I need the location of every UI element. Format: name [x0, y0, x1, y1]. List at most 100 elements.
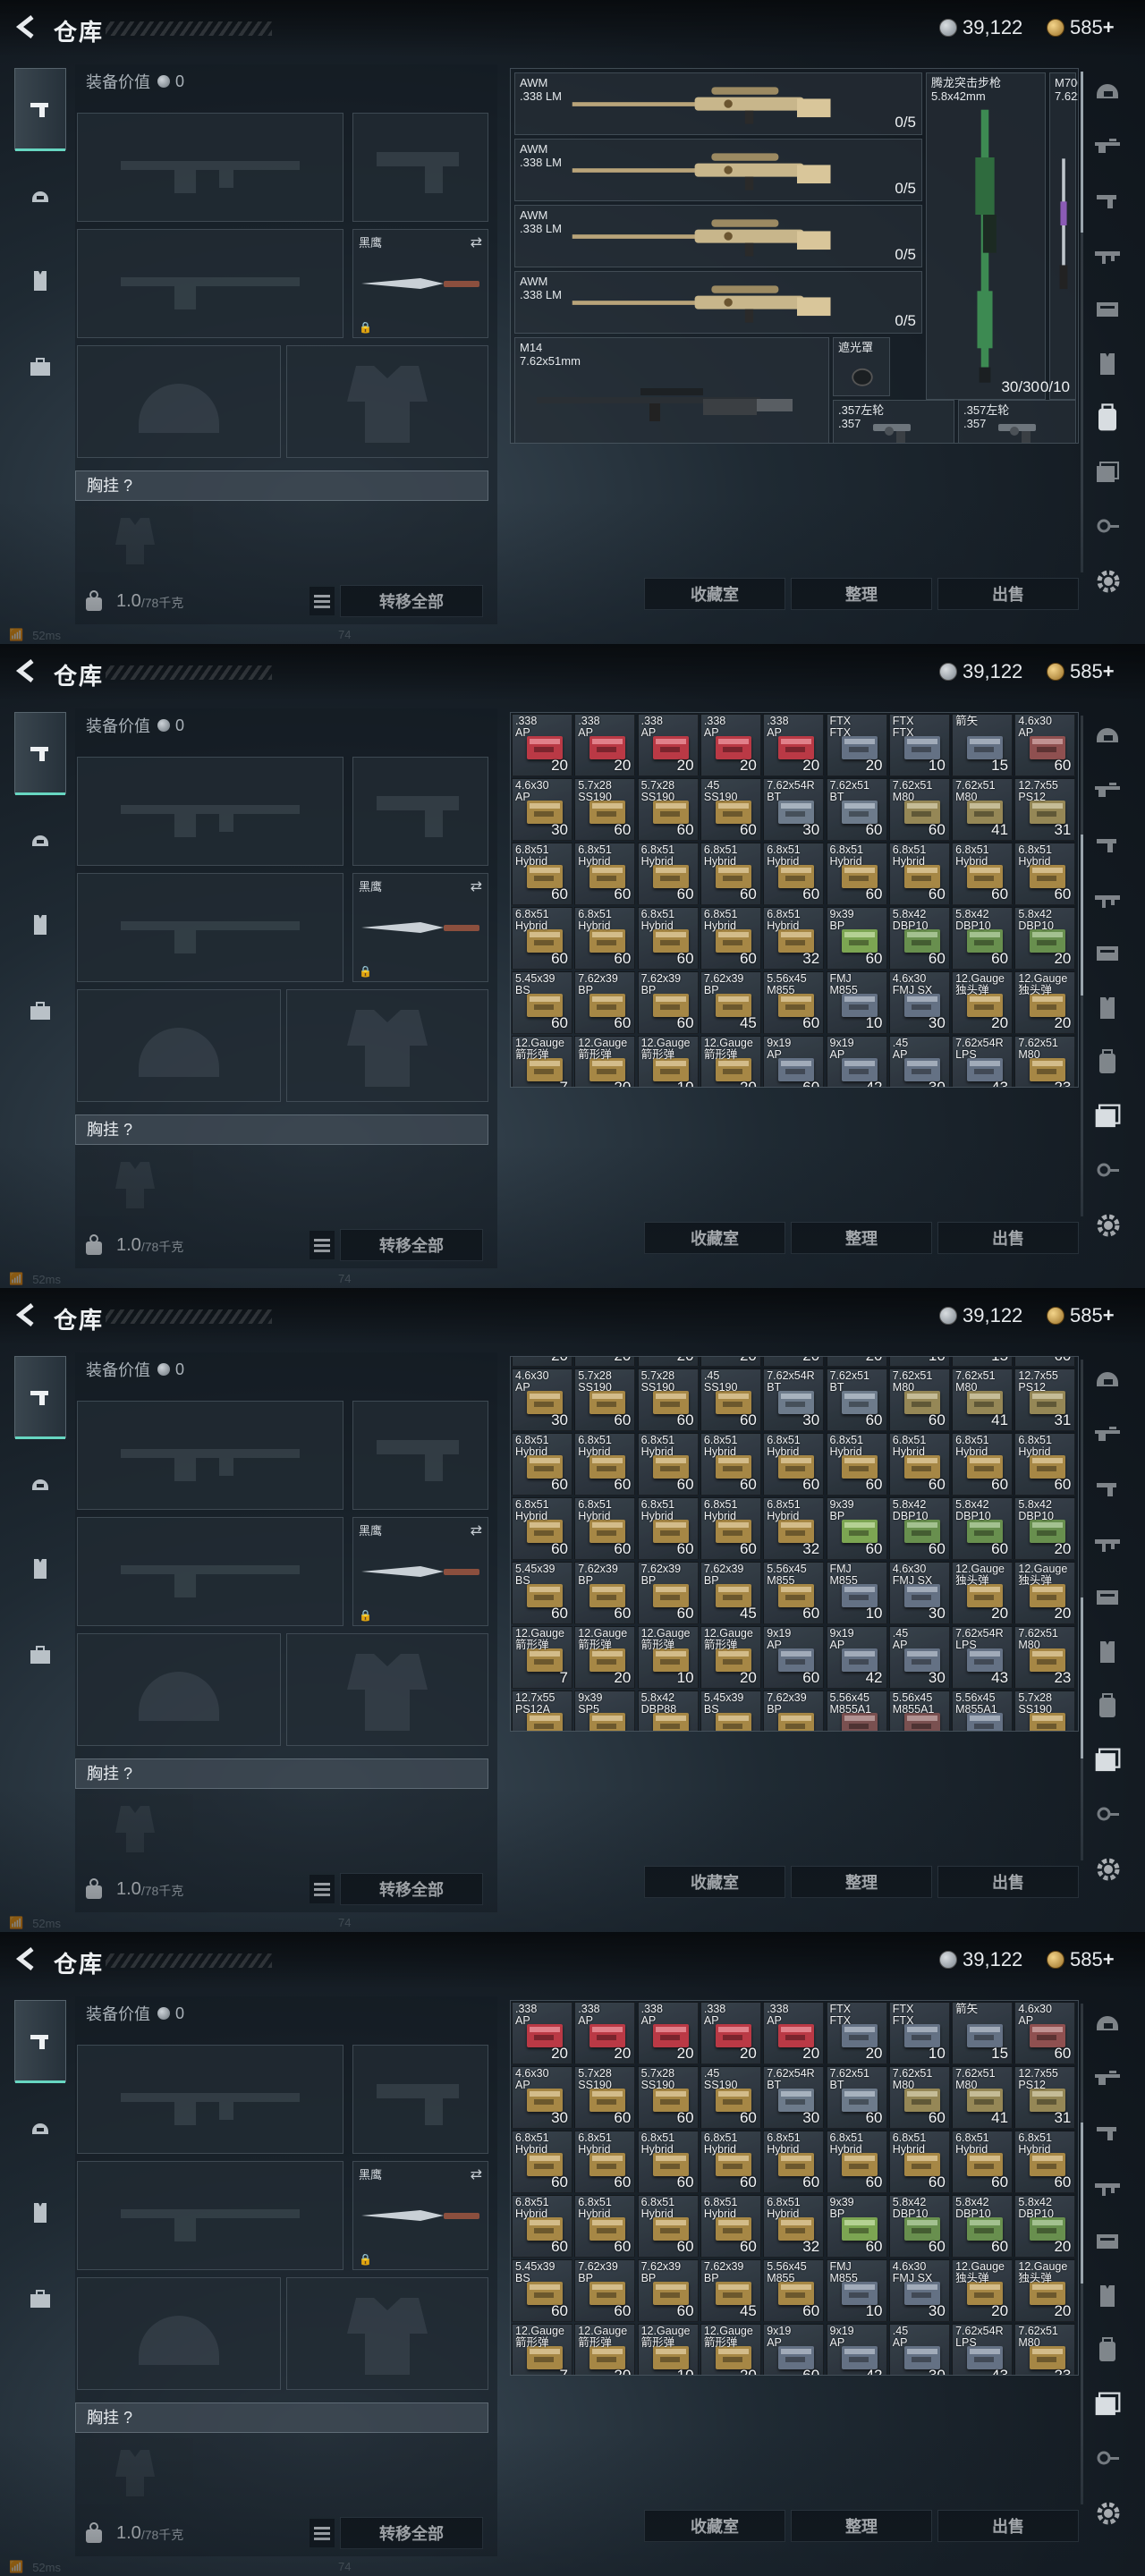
back-button[interactable]	[13, 13, 41, 41]
armor-slot[interactable]	[286, 1633, 488, 1746]
ammo-item[interactable]: .45 AP 30	[888, 1626, 950, 1689]
ammo-item[interactable]: .338 AP 20	[512, 2002, 572, 2064]
right-nav-item[interactable]	[1088, 825, 1127, 864]
pistol-slot[interactable]	[352, 1401, 488, 1510]
right-nav-item[interactable]	[1088, 1414, 1127, 1453]
chest-rig-slot[interactable]: 胸挂 ?	[75, 1114, 488, 1145]
sell-button[interactable]: 出售	[937, 578, 1079, 610]
scrollbar-thumb[interactable]	[1081, 835, 1083, 996]
ammo-item[interactable]: .338 AP 20	[574, 2002, 636, 2064]
sort-button[interactable]: 整理	[791, 578, 932, 610]
ammo-item[interactable]: 7.62x54R LPS 43	[952, 1626, 1014, 1689]
right-nav-item[interactable]	[1088, 2276, 1127, 2316]
right-nav-item[interactable]	[1088, 2385, 1127, 2425]
ammo-item[interactable]: .338 AP 20	[512, 1357, 572, 1367]
settings-gear-icon[interactable]	[1093, 2498, 1124, 2529]
ammo-item[interactable]: .45 AP 30	[888, 1036, 950, 1087]
ammo-item[interactable]: 箭矢 15	[952, 2002, 1014, 2064]
ammo-item[interactable]: 5.8x42 DBP10 60	[888, 1497, 950, 1560]
ammo-item[interactable]: 5.8x42 DBP10 60	[888, 2195, 950, 2258]
ammo-item[interactable]: 6.8x51 Hybrid 32	[763, 2195, 825, 2258]
weapon-item[interactable]: .357左轮 .357 0/6	[958, 400, 1076, 443]
sell-button[interactable]: 出售	[937, 1866, 1079, 1898]
ammo-item[interactable]: .338 AP 20	[512, 714, 572, 776]
weapon-item[interactable]: 遮光罩	[833, 337, 890, 396]
ammo-item[interactable]: 7.62x54R BT 30	[763, 2066, 825, 2129]
ammo-item[interactable]: .338 AP 20	[763, 714, 825, 776]
ammo-item[interactable]: 6.8x51 Hybrid 60	[763, 2131, 825, 2193]
ammo-item[interactable]: 7.62x54R LPS 43	[952, 1036, 1014, 1087]
ammo-item[interactable]: 5.8x42 DBP10 60	[888, 907, 950, 970]
right-nav-item[interactable]	[1088, 2222, 1127, 2261]
currency-gold[interactable]: 585 +	[1047, 1947, 1115, 1972]
right-nav-item[interactable]	[1088, 1578, 1127, 1617]
swap-icon[interactable]: ⇄	[471, 2165, 482, 2183]
melee-slot[interactable]: 黑鹰 ⇄ 🔒	[352, 873, 488, 982]
ammo-item[interactable]: 7.62x51 BT 60	[826, 1368, 887, 1431]
ammo-item[interactable]: FMJ M855 10	[826, 1562, 887, 1624]
currency-silver[interactable]: 39,122	[939, 659, 1022, 684]
transfer-all-button[interactable]: 转移全部	[340, 585, 483, 617]
right-nav-item[interactable]	[1088, 235, 1127, 275]
settings-gear-icon[interactable]	[1093, 1854, 1124, 1885]
right-nav-item[interactable]	[1088, 181, 1127, 220]
ammo-item[interactable]: 5.7x28 SS190 60	[637, 778, 699, 841]
ammo-item[interactable]: 6.8x51 Hybrid 60	[700, 1433, 761, 1496]
right-nav-item[interactable]	[1088, 988, 1127, 1028]
settings-gear-icon[interactable]	[1093, 1210, 1124, 1241]
ammo-item[interactable]: 6.8x51 Hybrid 60	[826, 2131, 887, 2193]
ammo-item[interactable]: 12.7x55 PS12A 25	[512, 1690, 572, 1731]
ammo-item[interactable]: 6.8x51 Hybrid 60	[826, 843, 887, 905]
ammo-item[interactable]: 7.62x51 M80 60	[888, 2066, 950, 2129]
ammo-item[interactable]: .338 AP 20	[763, 1357, 825, 1367]
transfer-all-button[interactable]: 转移全部	[340, 2517, 483, 2549]
ammo-item[interactable]: 6.8x51 Hybrid 60	[952, 843, 1014, 905]
back-button[interactable]	[13, 1301, 41, 1329]
weapon-item[interactable]: AWM .338 LM 0/5	[514, 205, 922, 267]
ammo-item[interactable]: 箭矢 15	[952, 714, 1014, 776]
weapon-item[interactable]: 腾龙突击步枪 5.8x42mm 30/30	[926, 72, 1046, 400]
secondary-weapon-slot[interactable]	[77, 229, 344, 338]
ammo-item[interactable]: 4.6x30 AP 60	[1014, 714, 1076, 776]
ammo-item[interactable]: 9x19 AP 60	[763, 2324, 825, 2375]
ammo-item[interactable]: .338 AP 20	[700, 714, 761, 776]
ammo-item[interactable]: 6.8x51 Hybrid 60	[512, 2131, 572, 2193]
ammo-item[interactable]: 9x39 BP 60	[826, 1497, 887, 1560]
ammo-item[interactable]: 6.8x51 Hybrid 60	[574, 843, 636, 905]
ammo-item[interactable]: 5.56x45 M855A1 60	[888, 1690, 950, 1731]
ammo-item[interactable]: 5.8x42 DBP10 20	[1014, 1497, 1076, 1560]
ammo-item[interactable]: 6.8x51 Hybrid 60	[637, 1497, 699, 1560]
list-view-button[interactable]	[310, 587, 335, 615]
right-nav-item[interactable]	[1088, 1741, 1127, 1781]
right-nav-item[interactable]	[1088, 1796, 1127, 1835]
right-nav-item[interactable]	[1088, 716, 1127, 755]
ammo-item[interactable]: 5.7x28 SS190 60	[574, 2066, 636, 2129]
ammo-item[interactable]: 12.Gauge 箭形弹 20	[574, 2324, 636, 2375]
ammo-item[interactable]: 9x19 AP 60	[763, 1626, 825, 1689]
ammo-item[interactable]: 5.8x42 DBP88 60	[637, 1690, 699, 1731]
ammo-item[interactable]: 9x19 AP 60	[763, 1036, 825, 1087]
ammo-item[interactable]: 9x39 SP5 60	[574, 1690, 636, 1731]
tab-backpack[interactable]	[14, 1614, 66, 1696]
currency-silver[interactable]: 39,122	[939, 1303, 1022, 1328]
tab-weapons-gear[interactable]	[14, 1356, 66, 1439]
ammo-item[interactable]: 4.6x30 AP 60	[1014, 2002, 1076, 2064]
right-nav-item[interactable]	[1088, 879, 1127, 919]
ammo-item[interactable]: 7.62x54R BT 30	[763, 1368, 825, 1431]
ammo-item[interactable]: 12.7x55 PS12 31	[1014, 2066, 1076, 2129]
ammo-item[interactable]: 7.62x51 M80 41	[952, 1368, 1014, 1431]
ammo-item[interactable]: 5.45x39 BS 60	[512, 2259, 572, 2322]
ammo-item[interactable]: 7.62x51 M80 41	[952, 2066, 1014, 2129]
primary-weapon-slot[interactable]	[77, 757, 344, 866]
right-nav-item[interactable]	[1088, 770, 1127, 809]
currency-silver[interactable]: 39,122	[939, 1947, 1022, 1972]
scrollbar[interactable]	[1081, 2004, 1083, 2504]
ammo-item[interactable]: 6.8x51 Hybrid 60	[574, 1433, 636, 1496]
weapon-item[interactable]: .357左轮 .357 0/6	[833, 400, 954, 443]
right-nav-item[interactable]	[1088, 1523, 1127, 1563]
ammo-item[interactable]: 12.7x55 PS12 31	[1014, 1368, 1076, 1431]
settings-gear-icon[interactable]	[1093, 566, 1124, 597]
right-nav-item[interactable]	[1088, 453, 1127, 493]
ammo-item[interactable]: 6.8x51 Hybrid 60	[637, 843, 699, 905]
sell-button[interactable]: 出售	[937, 2510, 1079, 2542]
